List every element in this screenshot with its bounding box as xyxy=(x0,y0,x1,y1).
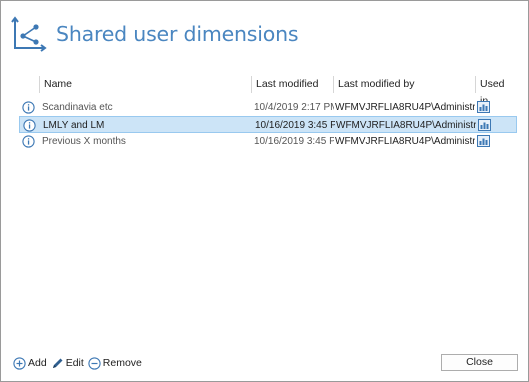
remove-button-label: Remove xyxy=(102,357,142,369)
remove-button[interactable]: Remove xyxy=(88,356,142,370)
dialog-title: Shared user dimensions xyxy=(56,22,299,46)
table-row[interactable]: Scandinavia etc 10/4/2019 2:17 PM WFMVJR… xyxy=(19,99,517,116)
row-name: LMLY and LM xyxy=(43,120,105,131)
add-button[interactable]: Add xyxy=(13,356,47,370)
table-body: Scandinavia etc 10/4/2019 2:17 PM WFMVJR… xyxy=(19,99,517,150)
row-last-modified-by: WFMVJRFLIA8RU4P\Administrator xyxy=(336,120,476,131)
dialog-header: Shared user dimensions xyxy=(11,15,299,53)
info-icon[interactable] xyxy=(23,119,36,132)
table-row[interactable]: Previous X months 10/16/2019 3:45 PM WFM… xyxy=(19,133,517,150)
close-button[interactable]: Close xyxy=(441,354,518,371)
table-row[interactable]: LMLY and LM 10/16/2019 3:45 PM WFMVJRFLI… xyxy=(19,116,517,133)
row-name: Scandinavia etc xyxy=(42,102,113,113)
shared-dimensions-dialog: Shared user dimensions Name Last modifie… xyxy=(0,0,529,382)
edit-button[interactable]: Edit xyxy=(51,357,84,370)
edit-button-label: Edit xyxy=(65,357,84,369)
row-last-modified-by: WFMVJRFLIA8RU4P\Administrator xyxy=(335,102,475,113)
dimension-axis-icon xyxy=(11,16,47,52)
table-header: Name Last modified Last modified by Used… xyxy=(19,74,517,107)
pencil-icon xyxy=(52,358,63,368)
dimensions-table: Name Last modified Last modified by Used… xyxy=(19,74,517,150)
row-last-modified-by: WFMVJRFLIA8RU4P\Administrator xyxy=(335,136,475,147)
column-header-used-in[interactable]: Used in xyxy=(475,76,515,107)
dialog-footer: Add Edit Remove xyxy=(13,355,146,371)
column-header-last-modified-by[interactable]: Last modified by xyxy=(333,76,475,93)
dashboard-icon[interactable] xyxy=(477,101,490,113)
dashboard-icon[interactable] xyxy=(478,119,491,131)
row-last-modified: 10/16/2019 3:45 PM xyxy=(255,120,335,131)
row-last-modified: 10/16/2019 3:45 PM xyxy=(254,136,334,147)
column-header-last-modified[interactable]: Last modified xyxy=(251,76,333,93)
info-icon[interactable] xyxy=(22,101,35,114)
column-header-name[interactable]: Name xyxy=(39,76,251,93)
dashboard-icon[interactable] xyxy=(477,135,490,147)
minus-circle-icon xyxy=(88,356,101,370)
info-icon[interactable] xyxy=(22,135,35,148)
add-button-label: Add xyxy=(28,357,47,369)
row-name: Previous X months xyxy=(42,136,126,147)
plus-circle-icon xyxy=(13,356,26,370)
row-last-modified: 10/4/2019 2:17 PM xyxy=(254,102,334,113)
